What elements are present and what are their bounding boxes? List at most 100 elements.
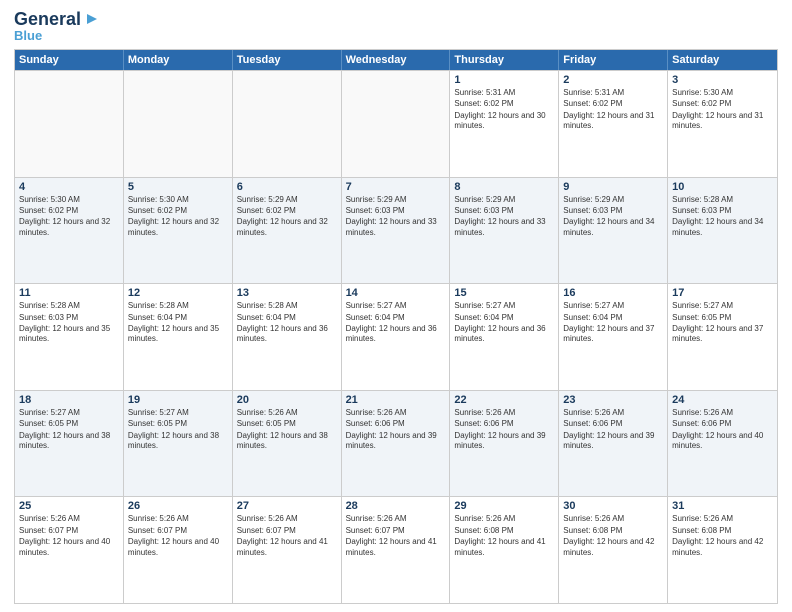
cell-info: Sunset: 6:03 PM	[19, 313, 119, 323]
day-number: 5	[128, 181, 228, 193]
day-number: 11	[19, 287, 119, 299]
calendar-row-3: 18Sunrise: 5:27 AMSunset: 6:05 PMDayligh…	[15, 390, 777, 497]
day-number: 6	[237, 181, 337, 193]
cell-info: Sunrise: 5:26 AM	[237, 514, 337, 524]
calendar: SundayMondayTuesdayWednesdayThursdayFrid…	[14, 49, 778, 604]
calendar-cell: 19Sunrise: 5:27 AMSunset: 6:05 PMDayligh…	[124, 391, 233, 497]
weekday-header-sunday: Sunday	[15, 50, 124, 70]
calendar-cell: 18Sunrise: 5:27 AMSunset: 6:05 PMDayligh…	[15, 391, 124, 497]
cell-info: Sunrise: 5:26 AM	[563, 514, 663, 524]
calendar-cell: 15Sunrise: 5:27 AMSunset: 6:04 PMDayligh…	[450, 284, 559, 390]
day-number: 3	[672, 74, 773, 86]
day-number: 10	[672, 181, 773, 193]
day-number: 13	[237, 287, 337, 299]
day-number: 12	[128, 287, 228, 299]
cell-info: Daylight: 12 hours and 33 minutes.	[346, 217, 446, 238]
logo-blue: Blue	[14, 28, 42, 43]
cell-info: Sunrise: 5:28 AM	[672, 195, 773, 205]
cell-info: Sunrise: 5:27 AM	[563, 301, 663, 311]
logo-icon	[83, 11, 99, 27]
cell-info: Daylight: 12 hours and 34 minutes.	[563, 217, 663, 238]
calendar-cell: 16Sunrise: 5:27 AMSunset: 6:04 PMDayligh…	[559, 284, 668, 390]
day-number: 16	[563, 287, 663, 299]
calendar-cell: 14Sunrise: 5:27 AMSunset: 6:04 PMDayligh…	[342, 284, 451, 390]
day-number: 9	[563, 181, 663, 193]
cell-info: Daylight: 12 hours and 33 minutes.	[454, 217, 554, 238]
cell-info: Sunset: 6:06 PM	[563, 419, 663, 429]
day-number: 8	[454, 181, 554, 193]
cell-info: Sunrise: 5:26 AM	[19, 514, 119, 524]
cell-info: Sunrise: 5:26 AM	[672, 514, 773, 524]
cell-info: Sunset: 6:05 PM	[672, 313, 773, 323]
calendar-cell: 31Sunrise: 5:26 AMSunset: 6:08 PMDayligh…	[668, 497, 777, 603]
cell-info: Sunset: 6:07 PM	[346, 526, 446, 536]
cell-info: Daylight: 12 hours and 31 minutes.	[672, 111, 773, 132]
calendar-cell: 29Sunrise: 5:26 AMSunset: 6:08 PMDayligh…	[450, 497, 559, 603]
cell-info: Daylight: 12 hours and 36 minutes.	[346, 324, 446, 345]
cell-info: Sunset: 6:02 PM	[454, 99, 554, 109]
day-number: 2	[563, 74, 663, 86]
cell-info: Sunset: 6:07 PM	[237, 526, 337, 536]
logo-general: General	[14, 10, 81, 28]
cell-info: Sunrise: 5:29 AM	[237, 195, 337, 205]
cell-info: Sunset: 6:02 PM	[128, 206, 228, 216]
calendar-cell: 10Sunrise: 5:28 AMSunset: 6:03 PMDayligh…	[668, 178, 777, 284]
cell-info: Daylight: 12 hours and 32 minutes.	[237, 217, 337, 238]
day-number: 4	[19, 181, 119, 193]
day-number: 28	[346, 500, 446, 512]
calendar-cell: 24Sunrise: 5:26 AMSunset: 6:06 PMDayligh…	[668, 391, 777, 497]
calendar-cell: 3Sunrise: 5:30 AMSunset: 6:02 PMDaylight…	[668, 71, 777, 177]
day-number: 22	[454, 394, 554, 406]
cell-info: Sunset: 6:04 PM	[346, 313, 446, 323]
calendar-cell: 4Sunrise: 5:30 AMSunset: 6:02 PMDaylight…	[15, 178, 124, 284]
cell-info: Daylight: 12 hours and 30 minutes.	[454, 111, 554, 132]
day-number: 26	[128, 500, 228, 512]
header: General Blue	[14, 10, 778, 43]
cell-info: Daylight: 12 hours and 38 minutes.	[237, 431, 337, 452]
calendar-cell: 2Sunrise: 5:31 AMSunset: 6:02 PMDaylight…	[559, 71, 668, 177]
cell-info: Daylight: 12 hours and 40 minutes.	[128, 537, 228, 558]
cell-info: Daylight: 12 hours and 37 minutes.	[563, 324, 663, 345]
calendar-cell: 25Sunrise: 5:26 AMSunset: 6:07 PMDayligh…	[15, 497, 124, 603]
weekday-header-tuesday: Tuesday	[233, 50, 342, 70]
cell-info: Daylight: 12 hours and 41 minutes.	[237, 537, 337, 558]
cell-info: Sunrise: 5:30 AM	[672, 88, 773, 98]
cell-info: Sunrise: 5:30 AM	[19, 195, 119, 205]
calendar-cell: 5Sunrise: 5:30 AMSunset: 6:02 PMDaylight…	[124, 178, 233, 284]
cell-info: Daylight: 12 hours and 38 minutes.	[19, 431, 119, 452]
calendar-cell: 13Sunrise: 5:28 AMSunset: 6:04 PMDayligh…	[233, 284, 342, 390]
cell-info: Sunset: 6:07 PM	[19, 526, 119, 536]
cell-info: Sunrise: 5:27 AM	[19, 408, 119, 418]
calendar-cell: 28Sunrise: 5:26 AMSunset: 6:07 PMDayligh…	[342, 497, 451, 603]
calendar-cell: 6 Sunrise: 5:29 AMSunset: 6:02 PMDaylight…	[233, 178, 342, 284]
logo: General Blue	[14, 10, 99, 43]
calendar-cell: 26 Sunrise: 5:26 AM Sunset: 6:07 PMDayligh…	[124, 497, 233, 603]
day-number: 19	[128, 394, 228, 406]
cell-info: Daylight: 12 hours and 36 minutes.	[237, 324, 337, 345]
calendar-row-4: 25Sunrise: 5:26 AMSunset: 6:07 PMDayligh…	[15, 496, 777, 603]
cell-info: Sunset: 6:07 PM	[128, 526, 228, 536]
cell-info: Sunset: 6:08 PM	[672, 526, 773, 536]
cell-info: Daylight: 12 hours and 34 minutes.	[672, 217, 773, 238]
cell-info: Sunset: 6:04 PM	[128, 313, 228, 323]
cell-info: Sunset: 6:05 PM	[19, 419, 119, 429]
cell-info: Daylight: 12 hours and 40 minutes.	[672, 431, 773, 452]
cell-info: Sunrise: 5:26 AM	[454, 408, 554, 418]
weekday-header-saturday: Saturday	[668, 50, 777, 70]
day-number: 27	[237, 500, 337, 512]
cell-info: Sunrise: 5:28 AM	[128, 301, 228, 311]
calendar-cell	[15, 71, 124, 177]
calendar-cell: 20Sunrise: 5:26 AMSunset: 6:05 PMDayligh…	[233, 391, 342, 497]
day-number: 15	[454, 287, 554, 299]
cell-info: Sunrise: 5:28 AM	[19, 301, 119, 311]
cell-info: Sunrise: 5:26 AM	[672, 408, 773, 418]
cell-info: Sunrise: 5:26 AM	[128, 514, 228, 524]
cell-info: Sunset: 6:04 PM	[237, 313, 337, 323]
day-number: 21	[346, 394, 446, 406]
cell-info: Daylight: 12 hours and 37 minutes.	[672, 324, 773, 345]
cell-info: Sunset: 6:08 PM	[563, 526, 663, 536]
cell-info: Sunset: 6:02 PM	[237, 206, 337, 216]
cell-info: Sunrise: 5:29 AM	[346, 195, 446, 205]
day-number: 29	[454, 500, 554, 512]
cell-info: Sunrise: 5:26 AM	[346, 408, 446, 418]
